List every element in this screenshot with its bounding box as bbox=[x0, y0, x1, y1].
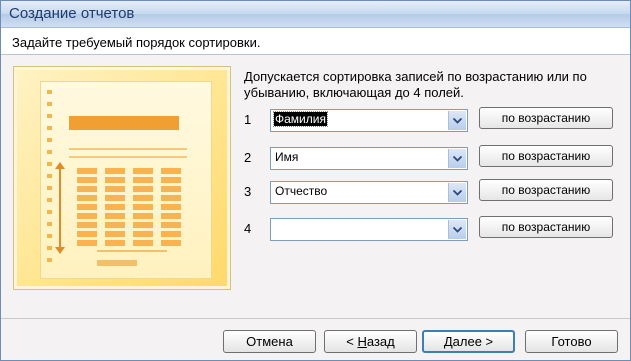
illus-column bbox=[133, 168, 153, 248]
illus-mark bbox=[47, 210, 52, 214]
illus-column bbox=[77, 168, 97, 248]
back-button[interactable]: < Назад bbox=[324, 330, 417, 353]
next-hotkey: Д bbox=[443, 334, 453, 349]
combo-value: Отчество bbox=[275, 184, 328, 198]
illus-mark bbox=[47, 246, 52, 250]
illus-rule bbox=[69, 156, 187, 158]
dropdown-button[interactable] bbox=[448, 183, 466, 202]
illus-mark bbox=[47, 234, 52, 238]
title-bar[interactable]: Создание отчетов bbox=[1, 1, 630, 28]
sort-description: Допускается сортировка записей по возрас… bbox=[244, 69, 587, 100]
cancel-button[interactable]: Отмена bbox=[223, 330, 316, 353]
sort-order-button-4[interactable]: по возрастанию bbox=[479, 216, 613, 238]
illus-column bbox=[161, 168, 181, 248]
sort-field-combo-3[interactable]: Отчество bbox=[270, 181, 468, 204]
illus-column bbox=[105, 168, 125, 248]
combo-value: Фамилия bbox=[273, 111, 328, 127]
illus-mark bbox=[47, 150, 52, 154]
sort-order-button-3[interactable]: по возрастанию bbox=[479, 179, 613, 201]
sort-field-combo-4[interactable] bbox=[270, 218, 468, 241]
illus-title-bar bbox=[69, 116, 179, 130]
chevron-down-icon bbox=[453, 155, 462, 162]
footer-divider bbox=[1, 318, 630, 319]
chevron-down-icon bbox=[453, 117, 462, 124]
illus-mark bbox=[47, 126, 52, 130]
combo-value: Имя bbox=[275, 150, 299, 164]
illus-footer-bar bbox=[97, 260, 137, 266]
illus-mark bbox=[47, 222, 52, 226]
illus-mark bbox=[47, 90, 52, 94]
sort-row-number: 4 bbox=[244, 221, 252, 236]
back-rest: азад bbox=[366, 334, 395, 349]
dropdown-button[interactable] bbox=[448, 149, 466, 168]
illus-rule bbox=[69, 148, 187, 150]
illus-mark bbox=[47, 174, 52, 178]
next-button[interactable]: Далее > bbox=[422, 330, 515, 353]
chevron-down-icon bbox=[453, 189, 462, 196]
sort-field-combo-1[interactable]: Фамилия bbox=[270, 109, 468, 132]
sort-field-combo-2[interactable]: Имя bbox=[270, 147, 468, 170]
sort-illustration bbox=[13, 66, 231, 290]
back-hotkey: Н bbox=[357, 334, 367, 349]
illus-mark bbox=[47, 114, 52, 118]
illus-mark bbox=[47, 258, 52, 262]
illus-rule bbox=[97, 250, 167, 252]
sort-row-number: 2 bbox=[244, 150, 252, 165]
wizard-header: Задайте требуемый порядок сортировки. bbox=[1, 28, 630, 55]
step-subtitle: Задайте требуемый порядок сортировки. bbox=[12, 35, 261, 50]
sort-order-button-1[interactable]: по возрастанию bbox=[479, 107, 613, 129]
illus-mark bbox=[47, 186, 52, 190]
back-prefix: < bbox=[346, 334, 358, 349]
sort-row-number: 3 bbox=[244, 184, 252, 199]
report-wizard-window: Создание отчетов Задайте требуемый поряд… bbox=[0, 0, 631, 361]
sort-order-button-2[interactable]: по возрастанию bbox=[479, 145, 613, 167]
illus-mark bbox=[47, 102, 52, 106]
dropdown-button[interactable] bbox=[448, 220, 466, 239]
chevron-down-icon bbox=[453, 226, 462, 233]
illus-mark bbox=[47, 198, 52, 202]
window-title: Создание отчетов bbox=[9, 5, 135, 22]
sort-row-number: 1 bbox=[244, 112, 252, 127]
illus-mark bbox=[47, 162, 52, 166]
report-page-picture bbox=[40, 81, 212, 279]
next-rest: алее > bbox=[452, 334, 494, 349]
dropdown-button[interactable] bbox=[448, 111, 466, 130]
finish-button[interactable]: Готово bbox=[525, 330, 618, 353]
wizard-content: Допускается сортировка записей по возрас… bbox=[1, 55, 630, 360]
sort-arrow-icon bbox=[55, 162, 65, 254]
illus-mark bbox=[47, 138, 52, 142]
